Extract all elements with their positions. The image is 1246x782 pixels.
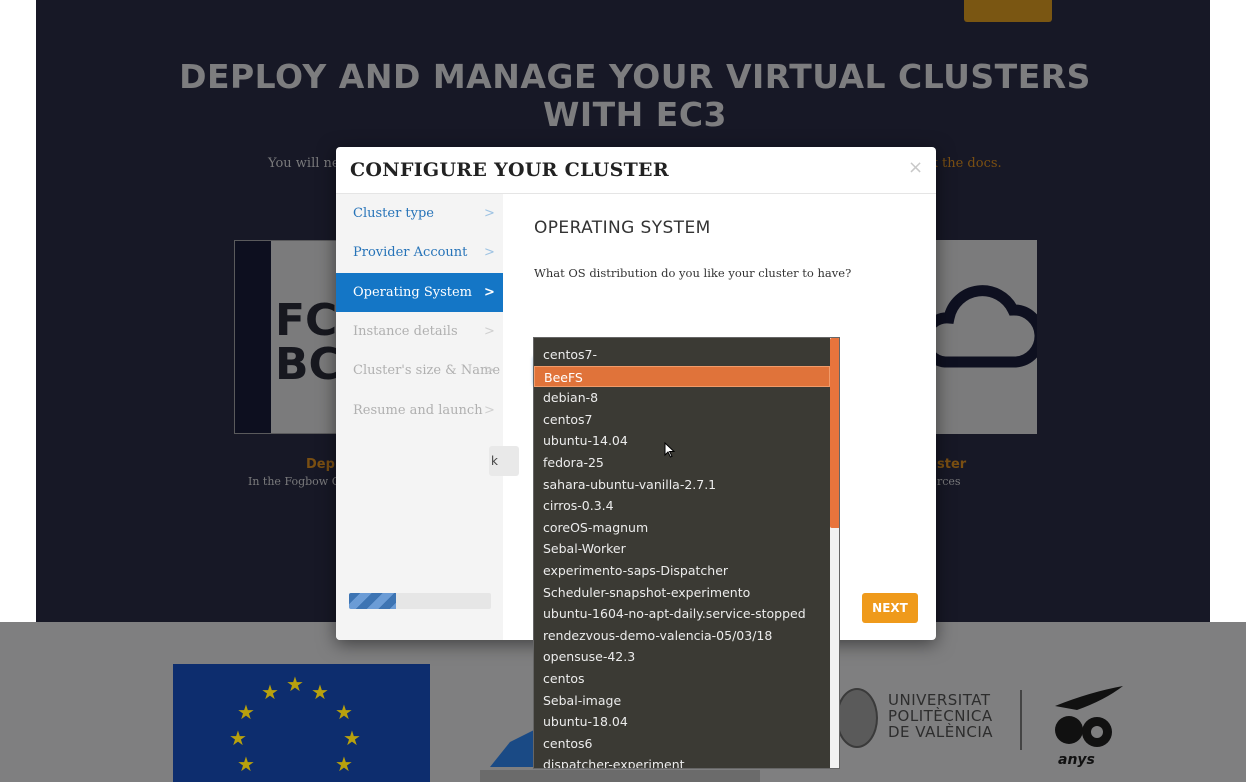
modal-header: CONFIGURE YOUR CLUSTER × (336, 147, 936, 194)
fogbow-logo: FC BC (275, 295, 341, 390)
page-right-margin (1210, 0, 1246, 622)
logo-divider (1020, 690, 1022, 750)
step-cluster-type[interactable]: Cluster type > (336, 194, 503, 233)
dropdown-option[interactable]: Sebal-Worker (534, 538, 830, 560)
top-nav-button[interactable] (964, 0, 1052, 22)
fogbow-card-description: In the Fogbow C (248, 475, 341, 488)
step-label: Instance details (353, 324, 458, 339)
section-title: OPERATING SYSTEM (534, 218, 711, 238)
modal-title: CONFIGURE YOUR CLUSTER (350, 159, 669, 181)
os-dropdown-list[interactable]: dispatcher-experiment centos6 ubuntu-18.04… (533, 337, 840, 769)
fogbow-card-title: Dep (306, 457, 335, 472)
dropdown-option[interactable]: BeeFS (534, 365, 830, 388)
cloud-card-title: ster (937, 457, 967, 472)
step-label: Cluster's size & Name (353, 363, 501, 378)
fogbow-card[interactable]: FC BC (234, 240, 342, 434)
dropdown-option[interactable]: ubuntu-18.04 (534, 711, 830, 733)
os-question-label: What OS distribution do you like your cl… (534, 266, 852, 280)
cloud-card-description: rces (937, 475, 961, 488)
step-label: Provider Account (353, 245, 468, 260)
dropdown-option[interactable]: debian-8 (534, 387, 830, 409)
step-label: Operating System (353, 285, 473, 300)
dropdown-option[interactable]: centos6 (534, 733, 830, 755)
dropdown-option[interactable]: centos7 (534, 409, 830, 431)
upv-logo-text: UNIVERSITAT POLITÈCNICA DE VALÈNCIA (888, 691, 994, 741)
back-button[interactable]: k (489, 446, 519, 476)
dropdown-option[interactable]: rendezvous-demo-valencia-05/03/18 (534, 625, 830, 647)
dropdown-option[interactable]: sahara-ubuntu-vanilla-2.7.1 (534, 474, 830, 496)
step-operating-system[interactable]: Operating System > (336, 273, 503, 312)
dropdown-option[interactable]: centos (534, 668, 830, 690)
wizard-steps-sidebar: Cluster type > Provider Account > Operat… (336, 194, 503, 640)
step-label: Cluster type (353, 206, 434, 221)
dropdown-option[interactable]: opensuse-42.3 (534, 646, 830, 668)
hero-title: DEPLOY AND MANAGE YOUR VIRTUAL CLUSTERS … (179, 57, 1091, 134)
dropdown-option[interactable]: dispatcher-experiment (534, 754, 830, 768)
dropdown-option[interactable]: Sebal-image (534, 690, 830, 712)
wizard-progress-bar (349, 593, 491, 609)
dropdown-option[interactable]: cirros-0.3.4 (534, 495, 830, 517)
mouse-pointer-icon (664, 442, 676, 458)
dropdown-option[interactable]: ubuntu-14.04 (534, 430, 830, 452)
step-cluster-size-name[interactable]: Cluster's size & Name > (336, 351, 503, 390)
chevron-right-icon: > (484, 206, 495, 221)
hero-subtitle: You will ne (268, 156, 340, 171)
step-provider-account[interactable]: Provider Account > (336, 233, 503, 272)
cloud-icon (935, 285, 1037, 368)
chevron-right-icon: > (484, 245, 495, 260)
step-resume-launch[interactable]: Resume and launch > (336, 391, 503, 430)
docs-link[interactable]: k the docs. (930, 156, 1002, 171)
chevron-right-icon: > (484, 403, 495, 418)
eu-flag-logo: ★ ★ ★ ★ ★ ★ ★ ★ ★ (173, 664, 430, 782)
dropdown-option[interactable]: fedora-25 (534, 452, 830, 474)
dropdown-option[interactable]: experimento-saps-Dispatcher (534, 560, 830, 582)
anniversary-label: anys (1058, 752, 1095, 768)
dropdown-option[interactable]: Scheduler-snapshot-experimento (534, 582, 830, 604)
chevron-right-icon: > (484, 285, 495, 300)
close-icon[interactable]: × (908, 157, 923, 178)
chevron-right-icon: > (484, 324, 495, 339)
dropdown-option[interactable]: ubuntu-1604-no-apt-daily.service-stopped (534, 603, 830, 625)
card-stripe (235, 241, 271, 433)
chevron-right-icon: > (484, 363, 495, 378)
page-left-margin (0, 0, 36, 622)
step-instance-details[interactable]: Instance details > (336, 312, 503, 351)
dropdown-option[interactable]: coreOS-magnum (534, 517, 830, 539)
next-button[interactable]: NEXT (862, 593, 918, 623)
dropdown-scrollbar-thumb[interactable] (830, 338, 839, 529)
progress-fill (349, 593, 396, 609)
upv-seal-logo (836, 688, 878, 748)
step-label: Resume and launch (353, 403, 483, 418)
cloud-card[interactable] (935, 240, 1037, 434)
dropdown-option[interactable]: centos7- (534, 344, 830, 366)
